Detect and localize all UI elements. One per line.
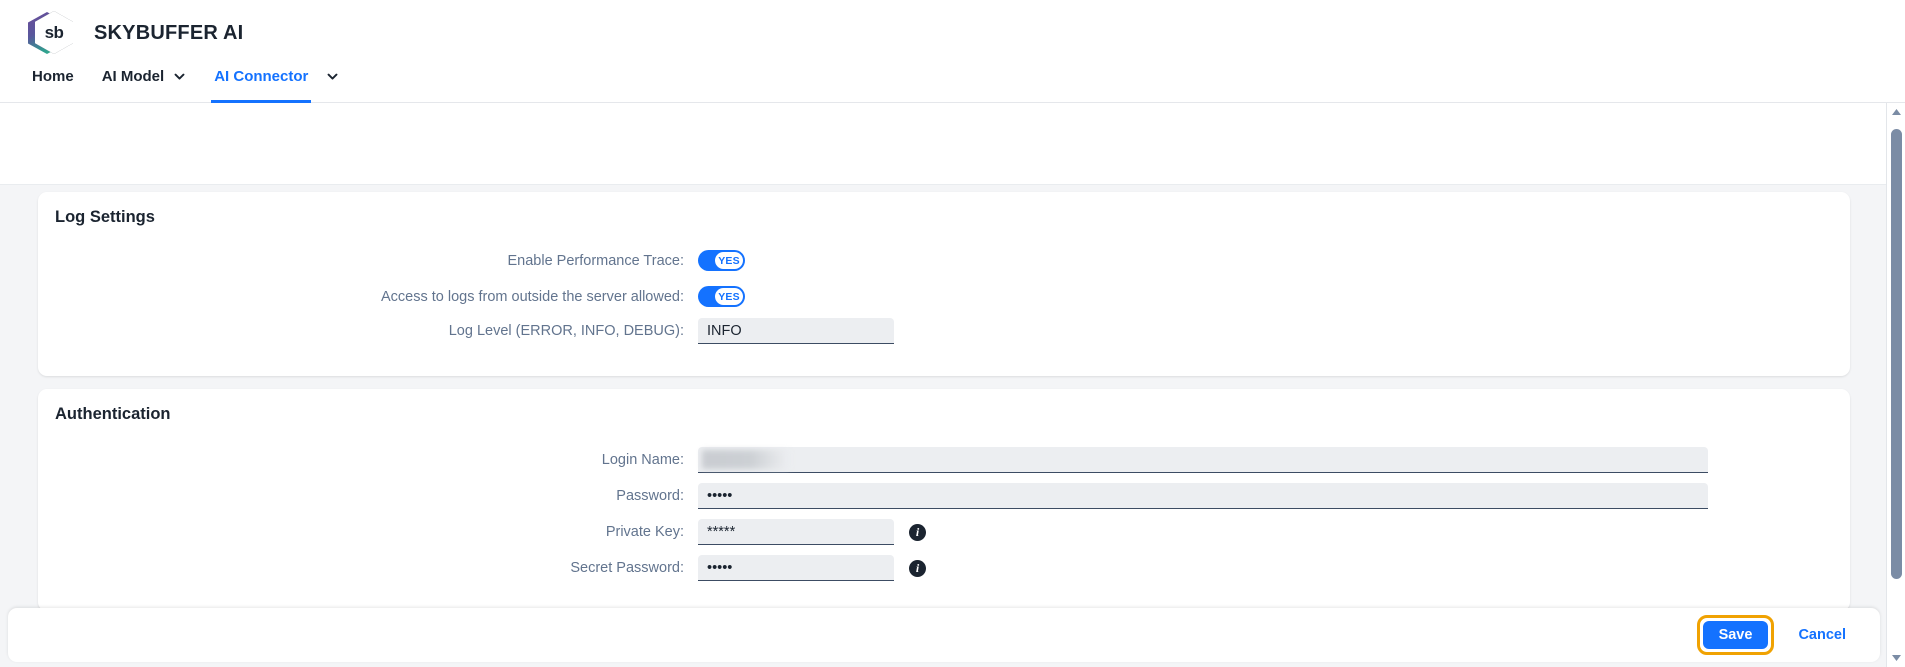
enable-performance-trace-toggle[interactable]: YES [698, 250, 745, 271]
toggle-knob-label: YES [715, 252, 743, 269]
app-root: sb SKYBUFFER AI Home AI Model AI Connect… [0, 0, 1905, 667]
save-button[interactable]: Save [1702, 621, 1769, 649]
logo-sb-text: sb [44, 22, 64, 42]
scroll-up-arrow-icon[interactable] [1887, 103, 1905, 121]
password-label: Password: [616, 488, 684, 504]
authentication-title: Authentication [55, 405, 171, 423]
brand: sb SKYBUFFER AI [28, 10, 243, 56]
app-header: sb SKYBUFFER AI Home AI Model AI Connect… [0, 0, 1905, 103]
authentication-card: Authentication Login Name: Password: Pri… [38, 389, 1850, 611]
nav-item-ai-model[interactable]: AI Model [88, 62, 201, 103]
external-log-access-label: Access to logs from outside the server a… [380, 288, 684, 305]
scrollbar-thumb[interactable] [1891, 129, 1902, 579]
nav-item-ai-connector[interactable]: AI Connector [200, 62, 322, 103]
chevron-down-icon[interactable] [173, 70, 186, 83]
nav-item-ai-connector-chevron[interactable] [322, 62, 353, 103]
log-settings-title: Log Settings [55, 208, 155, 226]
cancel-button[interactable]: Cancel [1782, 621, 1862, 649]
vertical-scrollbar[interactable] [1886, 103, 1905, 667]
login-name-input[interactable] [698, 447, 1708, 473]
secret-password-input[interactable] [698, 555, 894, 581]
nav-item-home-label: Home [32, 68, 74, 85]
private-key-input[interactable] [698, 519, 894, 545]
enable-performance-trace-label: Enable Performance Trace: [507, 252, 684, 269]
private-key-label: Private Key: [605, 524, 684, 540]
nav-item-ai-model-label: AI Model [101, 68, 165, 85]
log-level-label: Log Level (ERROR, INFO, DEBUG): [448, 323, 684, 339]
save-button-focus-ring: Save [1696, 615, 1775, 655]
nav-item-ai-connector-label: AI Connector [214, 68, 309, 85]
password-input[interactable] [698, 483, 1708, 509]
scroll-down-arrow-icon[interactable] [1887, 649, 1905, 667]
log-settings-card: Log Settings Enable Performance Trace: Y… [38, 192, 1850, 376]
info-icon[interactable]: i [909, 559, 926, 577]
external-log-access-toggle[interactable]: YES [698, 286, 745, 307]
chevron-down-icon[interactable] [326, 70, 339, 83]
nav-item-home[interactable]: Home [18, 62, 88, 103]
main-navigation: Home AI Model AI Connector [0, 62, 1905, 103]
content-top-band [0, 103, 1895, 185]
toggle-knob-label: YES [715, 288, 743, 305]
brand-title: SKYBUFFER AI [94, 21, 244, 44]
secret-password-label: Secret Password: [570, 560, 684, 576]
info-icon[interactable]: i [909, 523, 926, 541]
action-footer: Save Cancel [8, 608, 1880, 662]
skybuffer-logo-icon: sb [28, 10, 74, 56]
login-name-field-wrap [698, 447, 1708, 473]
log-level-input[interactable] [698, 318, 894, 344]
login-name-label: Login Name: [601, 452, 684, 468]
